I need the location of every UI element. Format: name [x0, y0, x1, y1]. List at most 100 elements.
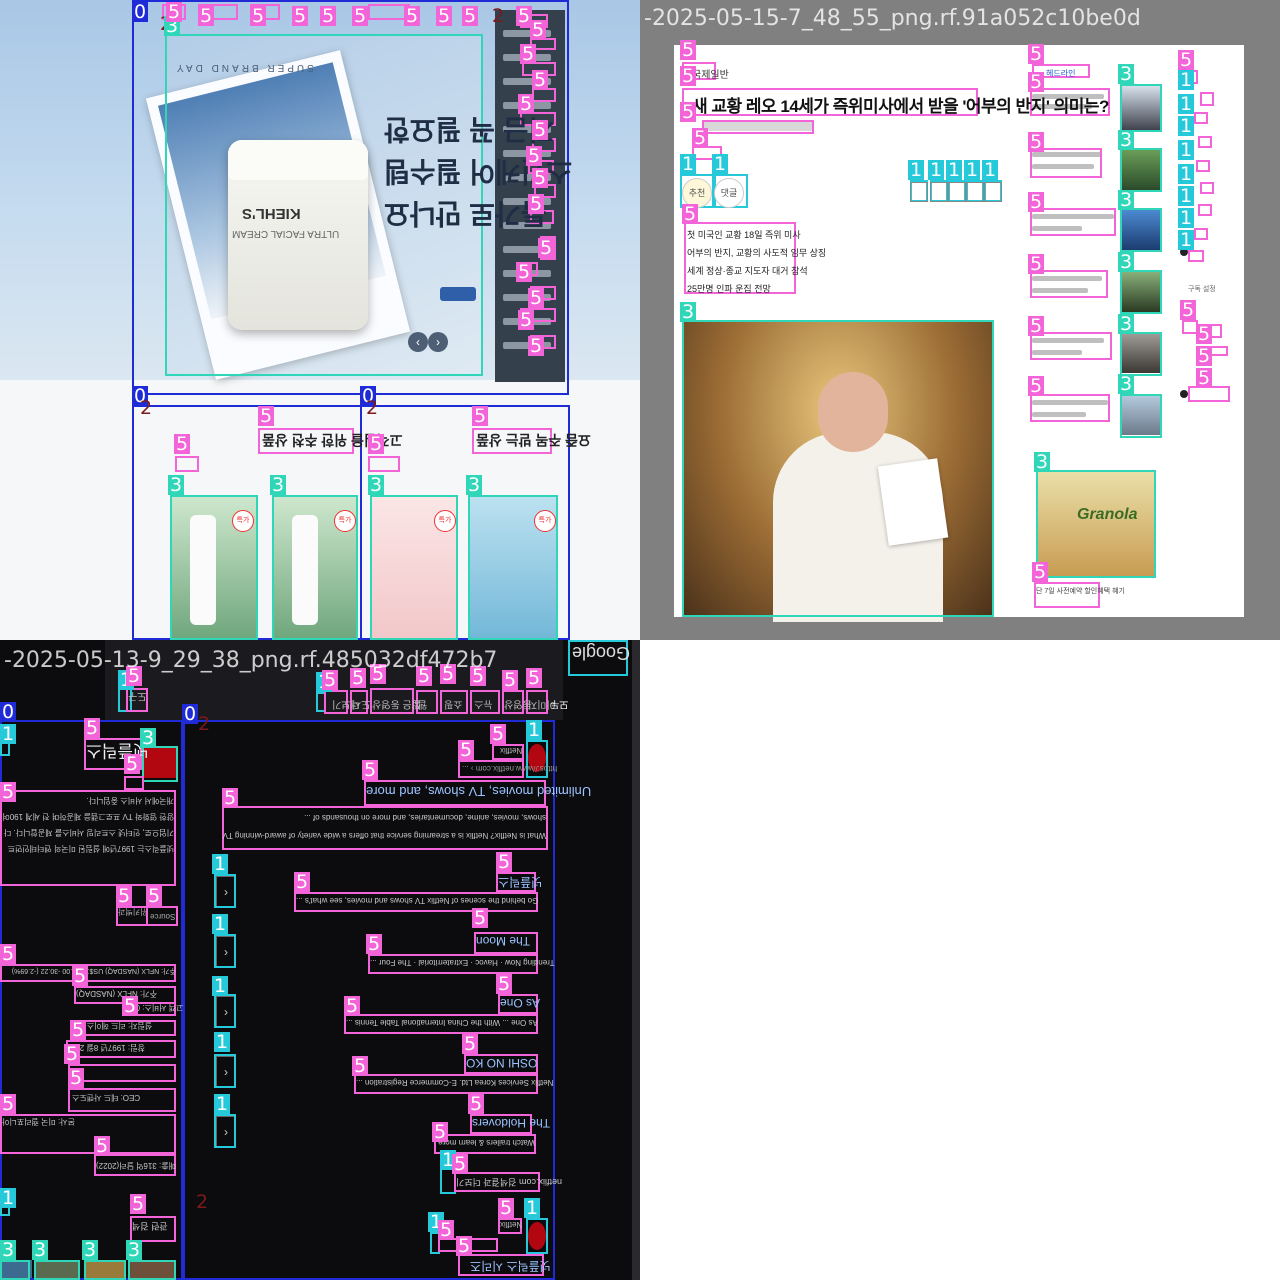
summary-line-4: 25만명 인파 운집 전망 — [687, 284, 771, 294]
summary-line-1: 첫 미국인 교황 18일 즉위 미사 — [687, 230, 801, 240]
sitelink-title[interactable]: As One — [500, 996, 540, 1010]
overlay-box — [0, 1260, 30, 1280]
promo2-title: 요즘 주목 받는 상품 — [476, 432, 591, 448]
overlay-box — [84, 1260, 126, 1280]
result-title[interactable]: Unlimited movies, TV shows, and more — [366, 784, 591, 799]
article-headline: 새 교황 레오 14세가 즉위미사에서 받을 '어부의 반지' 의미는? — [692, 97, 1109, 116]
overlay-box — [1120, 394, 1162, 438]
overlay-box — [1120, 208, 1162, 252]
sitelink-snippet: Go behind the scenes of Netflix TV shows… — [296, 896, 539, 905]
share-button[interactable] — [966, 182, 984, 202]
kp-stock: 주가: NFLX (NASDAQ) US$1,000.00 -30.22 (-2… — [11, 967, 176, 974]
overlay-box — [1194, 228, 1208, 240]
shopping-screenshot: KIEHL'S ULTRA FACIAL CREAM SUPER BRAND D… — [0, 0, 640, 640]
sitelink-snippet: Watch trailers & learn more. — [436, 1138, 535, 1147]
scrollbar[interactable] — [632, 640, 640, 1280]
jar-product: ULTRA FACIAL CREAM — [232, 228, 340, 239]
news-screenshot: -2025-05-15-7_48_55_png.rf.91a052c10be0d… — [640, 0, 1280, 640]
sitelink-title[interactable]: The Moon — [476, 934, 530, 948]
overlay-box — [1030, 208, 1116, 236]
banner-next-button[interactable]: › — [428, 332, 448, 352]
overlay-box — [124, 776, 144, 790]
translate-button[interactable] — [948, 182, 966, 202]
overlay-box — [1030, 394, 1110, 422]
kp-fact: 주가: NFLX (NASDAQ) — [76, 989, 157, 998]
overlay-box — [1120, 332, 1162, 376]
tile-title: -2025-05-13-9_29_38_png.rf.485032df472b7 — [4, 648, 498, 673]
banner-detail-button[interactable] — [440, 287, 476, 301]
overlay-box — [368, 456, 400, 472]
overlay-box — [1036, 470, 1156, 578]
print-button[interactable] — [984, 182, 1002, 202]
overlay-box — [1196, 160, 1210, 172]
sitelink-title[interactable]: 넷플릭스 — [498, 874, 542, 891]
tile-title: -2025-05-15-7_48_55_png.rf.91a052c10be0d — [644, 6, 1141, 31]
audio-button[interactable] — [930, 182, 948, 202]
font-size-button[interactable] — [910, 182, 928, 202]
kp-fact: 본사: 미국 캘리포니아 — [2, 1117, 75, 1126]
overlay-box — [214, 994, 236, 1028]
comment-button[interactable]: 댓글 — [714, 178, 744, 208]
sitelink-snippet: Trending Now · Havoc · Extraterritorial … — [370, 958, 555, 967]
overlay-box — [682, 320, 994, 617]
section-label[interactable]: 국제일반 — [692, 66, 729, 81]
overlay-box — [1030, 332, 1112, 360]
sale-badge: 특가 — [232, 510, 254, 532]
tab-tools[interactable]: 도구 — [128, 690, 146, 705]
sitelink-snippet: Netflix Services Korea Ltd. E-Commerce R… — [356, 1078, 554, 1087]
sale-badge: 특가 — [334, 510, 356, 532]
overlay-box — [214, 1114, 236, 1148]
sitelink-snippet: As One ... With the China International … — [346, 1018, 538, 1027]
more-results-link[interactable]: netflix.com 검색결과 더보기 — [456, 1176, 562, 1189]
overlay-box — [214, 934, 236, 968]
chevron-right-icon: › — [436, 335, 440, 349]
chevron-left-icon: ‹ — [416, 335, 420, 349]
banner-tagline: SUPER BRAND DAY — [174, 62, 314, 73]
tab-books[interactable]: 도서 — [352, 698, 370, 713]
overlay-box — [1200, 182, 1214, 194]
jar-brand: KIEHL'S — [242, 205, 301, 222]
overlay-box — [1120, 148, 1162, 192]
ad-caption[interactable]: 단 7일 사전예약 할인혜택 혜기 — [1036, 586, 1125, 596]
related-heading: 관련 검색 — [132, 1221, 168, 1231]
avatar[interactable] — [1180, 390, 1188, 398]
tab-news[interactable]: 뉴스 — [474, 698, 492, 713]
overlay-box — [1198, 136, 1212, 148]
sale-badge: 특가 — [434, 510, 456, 532]
overlay-box — [1120, 84, 1162, 132]
banner-headline-3: 특가로 만나요 — [384, 198, 547, 229]
sidebar-heading[interactable]: 헤드라인 — [1046, 68, 1075, 79]
overlay-box — [1194, 112, 1208, 124]
kp-summary: 넷플릭스는 1997년에 설립된 미국의 엔터테인먼트 기업으로, 인터넷 스트… — [2, 796, 174, 853]
tab-all[interactable]: 모두 — [550, 698, 568, 713]
result-site[interactable]: Netflix — [500, 1220, 522, 1229]
google-logo[interactable]: Google — [572, 642, 630, 663]
overlay-box — [1198, 204, 1212, 216]
banner-prev-button[interactable]: ‹ — [408, 332, 428, 352]
tab-short-videos[interactable]: 짧은 동영상 — [372, 698, 421, 713]
sitelink-title[interactable]: OSHI NO KO — [466, 1056, 537, 1070]
overlay-box — [526, 1218, 548, 1254]
kp-source[interactable]: 위키백과 — [118, 906, 147, 917]
result-title[interactable]: 넷플릭스 시리즈 — [470, 1258, 551, 1275]
tab-web[interactable]: 웹 — [418, 698, 427, 713]
result-url[interactable]: https://www.netflix.com › ... — [462, 764, 557, 773]
overlay-box — [214, 874, 236, 908]
overlay-box — [68, 1064, 176, 1082]
overlay-box — [702, 120, 814, 134]
summary-line-2: 어부의 반지, 교황의 사도적 임무 상징 — [687, 248, 827, 258]
tab-shopping[interactable]: 쇼핑 — [444, 698, 462, 713]
right-heading: 구독 설정 — [1188, 286, 1216, 293]
overlay-box — [1120, 270, 1162, 314]
summary-line-3: 세계 정상·종교 지도자 대거 참석 — [687, 266, 808, 276]
sitelink-title[interactable]: The Holdovers — [472, 1116, 550, 1130]
kp-fact: CEO: 테드 사랜도스 — [72, 1093, 141, 1102]
search-screenshot: Google -2025-05-13-9_29_38_png.rf.485032… — [0, 640, 640, 1280]
overlay-box — [1200, 92, 1214, 106]
result-site[interactable]: Netflix — [500, 746, 522, 755]
overlay-box — [1188, 250, 1204, 262]
kp-fact: 매출: 316억 달러(2022) — [96, 1161, 176, 1170]
overlay-box — [34, 1260, 80, 1280]
kp-source-label: Source — [150, 912, 176, 921]
overlay-box — [214, 1054, 236, 1088]
